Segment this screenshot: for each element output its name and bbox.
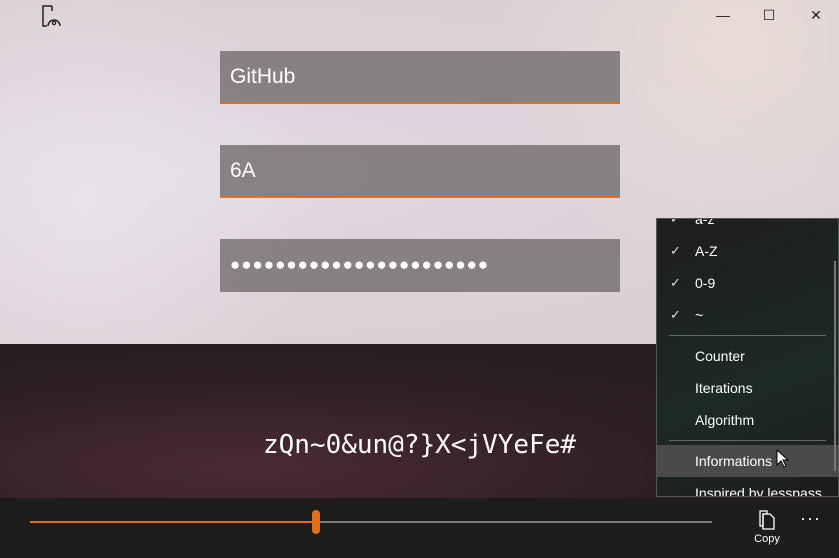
menu-separator: [669, 440, 826, 441]
menu-item-option[interactable]: ✓ A-Z: [657, 235, 838, 267]
master-password-input[interactable]: ●●●●●●●●●●●●●●●●●●●●●●●: [220, 239, 620, 292]
option-label: a-z: [695, 218, 715, 227]
copy-label: Copy: [754, 533, 780, 545]
mouse-cursor-icon: [776, 449, 790, 468]
option-label: 0-9: [695, 275, 716, 291]
minimize-icon[interactable]: —: [700, 0, 746, 30]
check-icon: ✓: [670, 218, 681, 226]
menu-item-informations[interactable]: Informations: [657, 445, 838, 477]
menu-item-setting[interactable]: Iterations: [657, 372, 838, 404]
check-icon: ✓: [670, 307, 681, 322]
check-icon: ✓: [670, 275, 681, 290]
menu-item-inspired-by-lesspass[interactable]: Inspired by lesspass: [657, 477, 838, 496]
slider-thumb[interactable]: [312, 510, 321, 534]
menu-scrollbar[interactable]: [834, 261, 836, 471]
copy-button[interactable]: Copy: [748, 510, 786, 545]
site-input[interactable]: GitHub: [220, 51, 620, 104]
option-label: A-Z: [695, 243, 718, 259]
option-label: ~: [695, 307, 704, 323]
maximize-icon[interactable]: ☐: [746, 0, 792, 30]
login-input[interactable]: 6A: [220, 145, 620, 198]
menu-item-option[interactable]: ✓ ~: [657, 299, 838, 331]
length-slider[interactable]: [30, 510, 712, 534]
app-icon: [42, 5, 61, 27]
slider-fill: [30, 521, 317, 523]
menu-item-setting[interactable]: Algorithm: [657, 404, 838, 436]
menu-separator: [669, 335, 826, 336]
more-button[interactable]: ···: [800, 508, 821, 529]
menu-item-option[interactable]: ✓ a-z: [657, 218, 838, 235]
close-icon[interactable]: ✕: [793, 0, 839, 30]
command-bar: [0, 498, 839, 558]
menu-item-option[interactable]: ✓ 0-9: [657, 267, 838, 299]
menu-item-setting[interactable]: Counter: [657, 340, 838, 372]
check-icon: ✓: [670, 243, 681, 258]
options-menu: ✓ a-z ✓ A-Z ✓ 0-9 ✓ ~ Counter Iterations Algorith…: [656, 218, 839, 497]
copy-icon: [759, 510, 775, 530]
